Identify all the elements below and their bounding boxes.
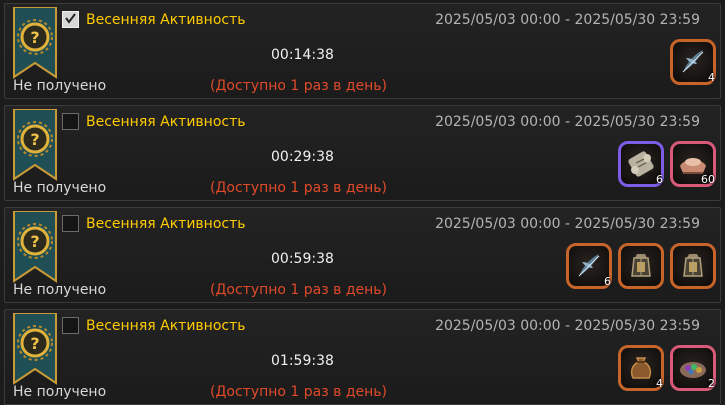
- svg-text:?: ?: [30, 334, 39, 353]
- pouch-icon: [630, 357, 652, 379]
- reward-status: Не получено: [13, 78, 107, 94]
- reward-slots: 6 60: [618, 141, 716, 187]
- reward-slot[interactable]: 6: [618, 141, 664, 187]
- quest-banner-icon: ?: [13, 109, 57, 181]
- event-checkbox[interactable]: [62, 11, 79, 28]
- reward-slot[interactable]: 60: [670, 141, 716, 187]
- event-title: Весенняя Активность: [86, 216, 246, 232]
- event-list: ? Весенняя Активность 2025/05/03 00:00 -…: [0, 0, 725, 405]
- event-timer: 01:59:38: [271, 353, 334, 369]
- reward-slot[interactable]: [618, 243, 664, 289]
- event-row: ? Весенняя Активность 2025/05/03 00:00 -…: [4, 309, 721, 405]
- event-checkbox[interactable]: [62, 317, 79, 334]
- event-limit: (Доступно 1 раз в день): [210, 282, 388, 298]
- scroll-icon: [628, 151, 654, 177]
- reward-quantity: 6: [604, 275, 611, 288]
- event-period: 2025/05/03 00:00 - 2025/05/30 23:59: [435, 114, 700, 130]
- reward-status: Не получено: [13, 180, 107, 196]
- reward-status: Не получено: [13, 384, 107, 400]
- event-timer: 00:29:38: [271, 149, 334, 165]
- reward-quantity: 4: [656, 377, 663, 390]
- checkmark-icon: [65, 13, 76, 24]
- event-row: ? Весенняя Активность 2025/05/03 00:00 -…: [4, 3, 721, 99]
- event-limit: (Доступно 1 раз в день): [210, 180, 388, 196]
- reward-slot[interactable]: 2: [670, 345, 716, 391]
- reward-quantity: 6: [656, 173, 663, 186]
- event-title: Весенняя Активность: [86, 318, 246, 334]
- event-timer: 00:14:38: [271, 47, 334, 63]
- reward-slot[interactable]: 4: [618, 345, 664, 391]
- reward-quantity: 60: [701, 173, 715, 186]
- reward-slot[interactable]: [670, 243, 716, 289]
- gem-bowl-icon: [680, 362, 706, 378]
- quest-banner-icon: ?: [13, 313, 57, 385]
- svg-text:?: ?: [30, 28, 39, 47]
- feather-icon: [682, 50, 704, 73]
- lantern-icon: [683, 254, 703, 277]
- reward-slot[interactable]: 6: [566, 243, 612, 289]
- feather-icon: [578, 254, 600, 277]
- event-period: 2025/05/03 00:00 - 2025/05/30 23:59: [435, 216, 700, 232]
- event-period: 2025/05/03 00:00 - 2025/05/30 23:59: [435, 318, 700, 334]
- event-checkbox[interactable]: [62, 215, 79, 232]
- svg-text:?: ?: [30, 232, 39, 251]
- event-title: Весенняя Активность: [86, 12, 246, 28]
- reward-slot[interactable]: 4: [670, 39, 716, 85]
- reward-slots: 6: [566, 243, 716, 289]
- event-limit: (Доступно 1 раз в день): [210, 384, 388, 400]
- svg-text:?: ?: [30, 130, 39, 149]
- reward-slots: 4 2: [618, 345, 716, 391]
- event-checkbox[interactable]: [62, 113, 79, 130]
- reward-quantity: 2: [708, 377, 715, 390]
- event-row: ? Весенняя Активность 2025/05/03 00:00 -…: [4, 207, 721, 303]
- event-limit: (Доступно 1 раз в день): [210, 78, 388, 94]
- quest-banner-icon: ?: [13, 211, 57, 283]
- quest-banner-icon: ?: [13, 7, 57, 79]
- reward-status: Не получено: [13, 282, 107, 298]
- event-period: 2025/05/03 00:00 - 2025/05/30 23:59: [435, 12, 700, 28]
- lantern-icon: [631, 254, 651, 277]
- reward-quantity: 4: [708, 71, 715, 84]
- reward-slots: 4: [670, 39, 716, 85]
- event-timer: 00:59:38: [271, 251, 334, 267]
- event-title: Весенняя Активность: [86, 114, 246, 130]
- event-row: ? Весенняя Активность 2025/05/03 00:00 -…: [4, 105, 721, 201]
